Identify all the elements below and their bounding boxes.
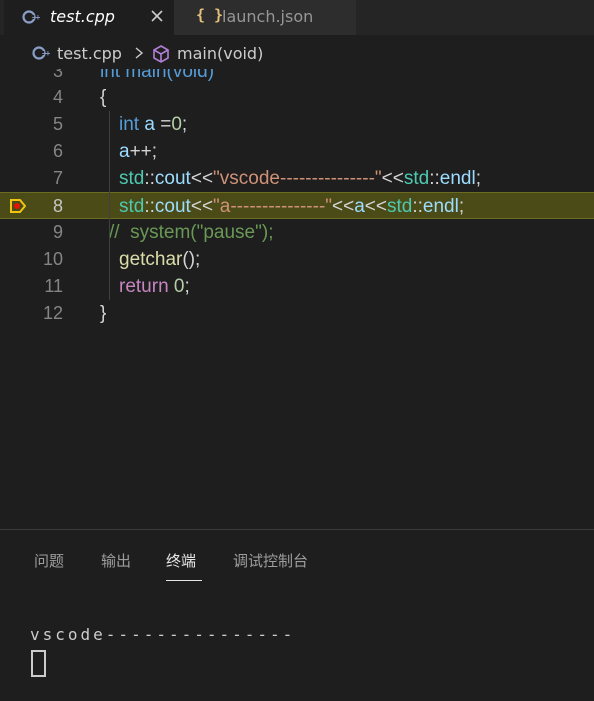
code-token: std	[403, 168, 430, 189]
code-token: a	[144, 114, 155, 135]
code-text: int main(void)	[100, 69, 215, 82]
code-token: ::	[144, 196, 155, 217]
json-file-icon: { }	[196, 6, 224, 24]
tab-problems[interactable]: 问题	[34, 550, 64, 580]
code-token: endl	[422, 196, 459, 217]
code-token: }	[100, 303, 107, 324]
tab-label: launch.json	[222, 7, 314, 26]
code-line: 10 getchar();	[0, 246, 594, 273]
code-line: 11 return 0;	[0, 273, 594, 300]
svg-text:+: +	[35, 14, 40, 22]
cube-icon	[153, 45, 169, 63]
code-text: // system("pause");	[109, 219, 273, 246]
code-text: std::cout<<"a---------------"<<a<<std::e…	[119, 193, 464, 220]
code-token: 0	[173, 276, 185, 297]
line-number[interactable]: 10	[0, 246, 63, 273]
code-token: <<	[190, 196, 214, 217]
code-token: endl	[439, 168, 476, 189]
code-token: int	[119, 114, 145, 135]
line-number[interactable]: 9	[0, 219, 63, 246]
code-token: "vscode---------------"	[213, 168, 382, 189]
code-line: 6 a++;	[0, 138, 594, 165]
code-text: a++;	[119, 138, 157, 165]
bottom-panel: 问题 输出 终端 调试控制台 vscode---------------	[0, 529, 594, 701]
code-editor[interactable]: 3 int main(void) 4{5 int a =0; 6 a++; 7 std::…	[0, 69, 594, 529]
code-token: ;	[184, 276, 190, 297]
line-number[interactable]: 7	[0, 165, 63, 192]
breakpoint-arrow-icon[interactable]	[10, 199, 26, 213]
code-token: ::	[412, 196, 423, 217]
code-token: ;	[458, 196, 465, 217]
code-token: =	[154, 114, 172, 135]
code-token: a	[119, 141, 130, 162]
code-token: ::	[429, 168, 440, 189]
code-token: <<	[332, 196, 355, 217]
tab-test-cpp[interactable]: + + test.cpp	[4, 0, 174, 35]
indent-guide	[109, 111, 110, 300]
code-token: {	[100, 87, 107, 108]
svg-text:+: +	[45, 50, 50, 58]
line-number[interactable]: 4	[0, 84, 63, 111]
chevron-right-icon	[135, 47, 144, 59]
code-line: 4{	[0, 84, 594, 111]
code-token: a	[354, 196, 365, 217]
code-token: // system("pause");	[109, 222, 274, 243]
code-token: std	[119, 168, 145, 189]
active-tab-indicator	[166, 580, 202, 581]
terminal-output: vscode---------------	[30, 625, 296, 644]
code-token: ;	[181, 114, 188, 135]
tab-launch-json[interactable]: { } launch.json	[174, 0, 356, 35]
line-number[interactable]: 12	[0, 300, 63, 327]
code-token: <<	[364, 196, 387, 217]
code-token: getchar	[119, 249, 183, 270]
code-line: 3 int main(void)	[0, 69, 594, 85]
breadcrumb: + + test.cpp main(void)	[0, 35, 594, 69]
vscode-window: + + test.cpp { } launch.json + + test.cp…	[0, 0, 594, 701]
code-token: ::	[144, 168, 155, 189]
editor-tab-bar: + + test.cpp { } launch.json	[0, 0, 594, 35]
breadcrumb-function[interactable]: main(void)	[177, 44, 263, 63]
code-token: std	[119, 196, 145, 217]
cpp-file-icon: + +	[22, 10, 40, 24]
code-token: std	[387, 196, 413, 217]
code-token: return	[119, 276, 174, 297]
tab-label: test.cpp	[50, 7, 115, 26]
code-line: 9 // system("pause");	[0, 219, 594, 246]
code-line: 5 int a =0;	[0, 111, 594, 138]
code-token: <<	[381, 168, 404, 189]
code-token: ++;	[129, 141, 158, 162]
close-icon[interactable]	[149, 8, 165, 24]
code-token: 0	[171, 114, 182, 135]
code-token: ;	[475, 168, 481, 189]
code-text: int a =0;	[119, 111, 187, 138]
line-number[interactable]: 11	[0, 273, 63, 300]
code-text: }	[100, 300, 106, 327]
tab-debug-console[interactable]: 调试控制台	[233, 550, 308, 580]
tab-terminal[interactable]: 终端	[166, 550, 196, 580]
code-line: 7 std::cout<<"vscode---------------"<<std…	[0, 165, 594, 192]
code-text: getchar();	[119, 246, 200, 273]
cpp-file-icon: + +	[32, 46, 50, 60]
tab-output[interactable]: 输出	[101, 550, 131, 580]
code-token: "a---------------"	[213, 196, 333, 217]
code-text: std::cout<<"vscode---------------"<<std:…	[119, 165, 481, 192]
line-number: 3	[52, 69, 63, 81]
code-token: cout	[154, 168, 191, 189]
breadcrumb-file[interactable]: test.cpp	[57, 44, 122, 63]
code-text: return 0;	[119, 273, 190, 300]
code-token: ();	[182, 249, 201, 270]
code-line: 12}	[0, 300, 594, 327]
code-token: <<	[190, 168, 214, 189]
code-line-current: 8 std::cout<<"a---------------"<<a<<std::…	[0, 192, 594, 219]
line-number[interactable]: 6	[0, 138, 63, 165]
code-text: {	[100, 84, 106, 111]
line-number[interactable]: 5	[0, 111, 63, 138]
terminal-cursor[interactable]	[31, 650, 46, 677]
code-token: cout	[154, 196, 191, 217]
